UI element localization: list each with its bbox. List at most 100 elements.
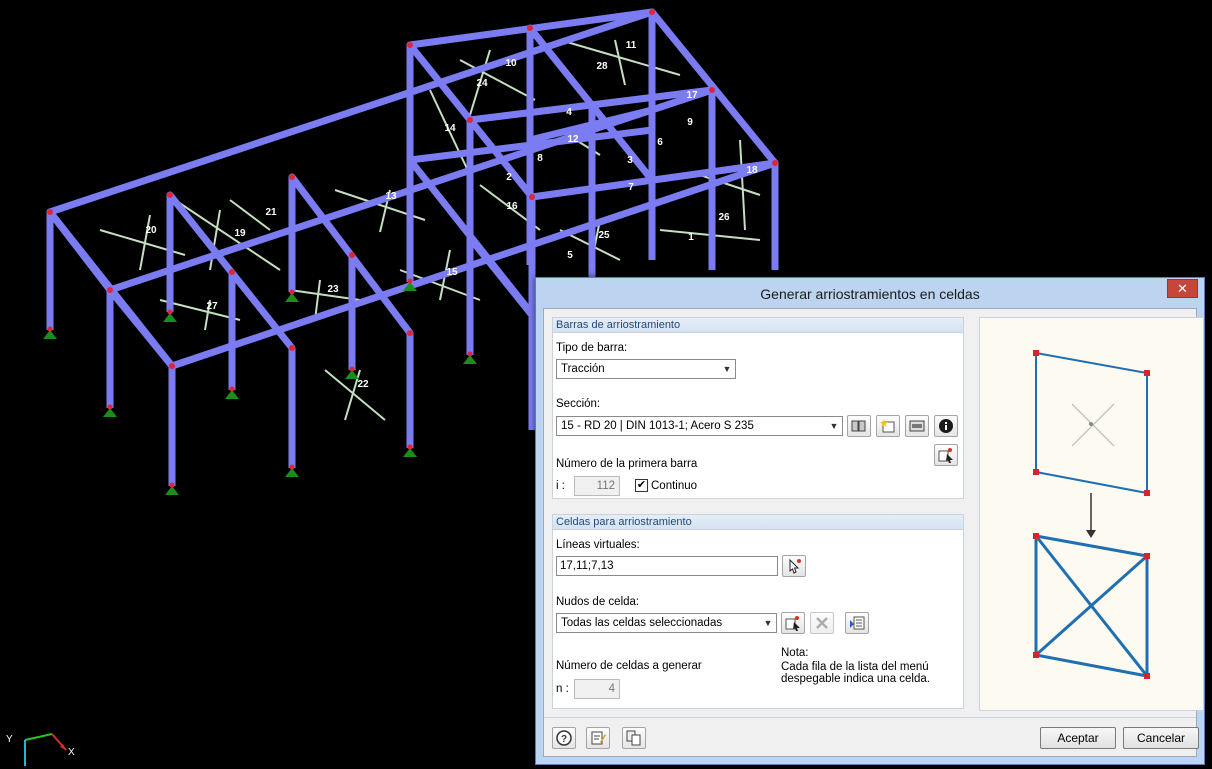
bracing-members-group: Barras de arriostramiento Tipo de barra:… (552, 317, 964, 499)
node-marker (527, 25, 533, 31)
help-button[interactable]: ? (552, 727, 576, 749)
node-marker (229, 269, 235, 275)
member-type-select[interactable]: Tracción ▼ (556, 359, 736, 379)
member-number-label: 28 (596, 61, 608, 72)
member-number-label: 2 (506, 172, 512, 183)
bracing-member (229, 199, 271, 231)
chevron-down-icon: ▼ (722, 364, 732, 374)
node-marker (467, 351, 473, 357)
member-number-label: 23 (327, 284, 339, 295)
node-marker (407, 444, 413, 450)
member-number-label: 11 (626, 40, 637, 51)
node-marker (167, 192, 173, 198)
node-marker (289, 345, 295, 351)
y-axis-label: Y (6, 734, 13, 745)
delete-icon (816, 617, 828, 629)
member-number-label: 22 (357, 379, 369, 390)
svg-text:?: ? (561, 734, 567, 745)
node-marker (349, 366, 355, 372)
cell-list-button[interactable] (845, 612, 869, 634)
virtual-lines-label: Líneas virtuales: (556, 539, 640, 551)
member-number-label: 18 (746, 165, 758, 176)
section-info-button[interactable] (934, 415, 958, 437)
chevron-down-icon: ▼ (829, 421, 839, 431)
preview-panel (979, 317, 1204, 711)
dialog-title: Generar arriostramientos en celdas (760, 286, 980, 302)
pick-nodes-icon (785, 616, 800, 631)
list-edit-icon (850, 616, 865, 630)
axes-indicator: Y X (0, 720, 90, 769)
book-icon (851, 420, 866, 432)
close-button[interactable]: ✕ (1167, 279, 1198, 298)
member-number-label: 13 (385, 191, 397, 202)
node-marker (289, 174, 295, 180)
member-number-label: 19 (234, 228, 246, 239)
member-number-label: 25 (598, 230, 610, 241)
pick-icon (938, 448, 953, 463)
cells-group: Celdas para arriostramiento Líneas virtu… (552, 514, 964, 709)
member-number-label: 20 (145, 225, 157, 236)
member-number-label: 1 (688, 232, 694, 243)
node-marker (529, 194, 535, 200)
note-line-2: despegable indica una celda. (781, 673, 930, 685)
member-type-label: Tipo de barra: (556, 342, 628, 354)
node-marker (169, 482, 175, 488)
member-number-label: 27 (206, 301, 218, 312)
first-member-input[interactable]: 112 (574, 476, 620, 496)
dialog-titlebar[interactable]: Generar arriostramientos en celdas ✕ (536, 278, 1204, 308)
cell-nodes-label: Nudos de celda: (556, 596, 640, 608)
member-number-label: 7 (628, 182, 634, 193)
node-marker (407, 42, 413, 48)
edit-note-icon (591, 731, 606, 745)
node-marker (709, 87, 715, 93)
new-section-button[interactable] (876, 415, 900, 437)
member-number-label: 15 (446, 267, 458, 278)
member-type-value: Tracción (561, 363, 605, 375)
node-marker (47, 326, 53, 332)
member-number-label: 4 (566, 107, 572, 118)
member-number-label: 21 (265, 207, 277, 218)
copy-settings-button[interactable] (622, 727, 646, 749)
chevron-down-icon: ▼ (763, 618, 773, 628)
continuous-checkbox[interactable]: ✔ (635, 479, 648, 492)
bracing-member (739, 139, 746, 231)
member-number-label: 26 (718, 212, 730, 223)
frame-beam (46, 208, 114, 294)
member-number-label: 3 (627, 155, 633, 166)
member-number-label: 24 (476, 78, 488, 89)
member-number-label: 16 (506, 201, 518, 212)
bracing-member (614, 39, 626, 86)
bracing-preview-graphic (1033, 350, 1150, 679)
cell-nodes-select[interactable]: Todas las celdas seleccionadas ▼ (556, 613, 777, 633)
member-number-label: 12 (567, 134, 579, 145)
note-title: Nota: (781, 647, 809, 659)
virtual-lines-input[interactable]: 17,11;7,13 (556, 556, 778, 576)
x-axis-label: X (68, 747, 75, 758)
cancel-button[interactable]: Cancelar (1123, 727, 1199, 749)
section-library-button[interactable] (847, 415, 871, 437)
dialog-client: Barras de arriostramiento Tipo de barra:… (543, 308, 1204, 757)
node-marker (47, 209, 53, 215)
info-icon (939, 419, 953, 433)
footer-divider (544, 717, 1196, 718)
bracing-group-header: Barras de arriostramiento (553, 318, 963, 333)
accept-button[interactable]: Aceptar (1040, 727, 1116, 749)
node-marker (772, 160, 778, 166)
cell-nodes-value: Todas las celdas seleccionadas (561, 617, 723, 629)
edit-section-button[interactable] (905, 415, 929, 437)
comment-button[interactable] (586, 727, 610, 749)
node-marker (407, 278, 413, 284)
pick-cell-nodes-button[interactable] (781, 612, 805, 634)
new-item-icon (880, 419, 895, 433)
delete-cell-button[interactable] (810, 612, 834, 634)
node-marker (467, 117, 473, 123)
section-select[interactable]: 15 - RD 20 | DIN 1013-1; Acero S 235 ▼ (556, 416, 843, 436)
cell-count-input[interactable]: 4 (574, 679, 620, 699)
member-number-label: 5 (567, 250, 573, 261)
pick-member-button[interactable] (934, 444, 958, 466)
bracing-member (559, 39, 681, 76)
node-marker (407, 330, 413, 336)
node-marker (167, 309, 173, 315)
pick-lines-button[interactable] (782, 555, 806, 577)
node-marker (289, 289, 295, 295)
